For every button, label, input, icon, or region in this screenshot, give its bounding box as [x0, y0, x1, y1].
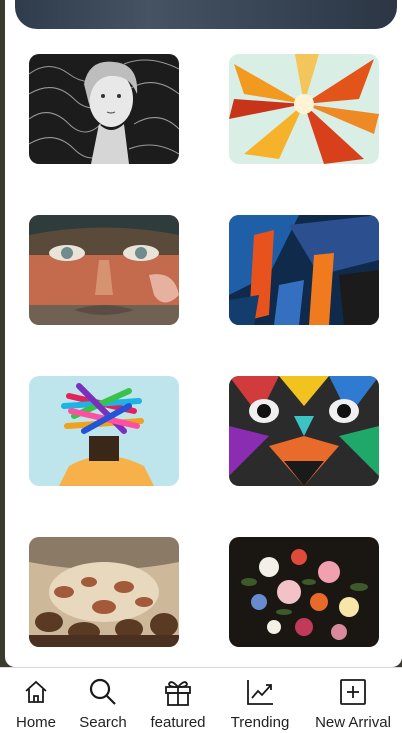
nav-home-label: Home: [15, 714, 56, 731]
header-banner-image[interactable]: [15, 0, 397, 29]
nav-search-label: Search: [79, 714, 127, 731]
nav-search[interactable]: Search: [78, 668, 128, 733]
nav-trending[interactable]: Trending: [226, 668, 294, 733]
nav-new-arrival-label: New Arrival: [315, 714, 391, 731]
artwork-card-abstract-orange[interactable]: [229, 54, 379, 164]
artwork-image: [229, 215, 379, 325]
add-box-icon: [339, 674, 367, 710]
artwork-image: [29, 215, 179, 325]
trending-icon: [245, 674, 275, 710]
artwork-image: [229, 537, 379, 647]
artwork-card-baroque-fresco[interactable]: [29, 537, 179, 647]
artwork-image: [29, 376, 179, 486]
search-icon: [88, 674, 118, 710]
artwork-grid: [29, 54, 379, 647]
artwork-image: [29, 537, 179, 647]
artwork-image: [229, 54, 379, 164]
artwork-card-floral-still-life[interactable]: [229, 537, 379, 647]
nav-home[interactable]: Home: [14, 668, 58, 733]
artwork-card-sketch-portrait[interactable]: [29, 54, 179, 164]
nav-new-arrival[interactable]: New Arrival: [310, 668, 396, 733]
bottom-navigation: Home Search featured Trending New Arriva…: [0, 667, 402, 733]
artwork-card-graffiti-face[interactable]: [29, 215, 179, 325]
app-screen: Home Search featured Trending New Arriva…: [0, 0, 402, 733]
artwork-card-blue-abstract[interactable]: [229, 215, 379, 325]
artwork-image: [29, 54, 179, 164]
artwork-image: [229, 376, 379, 486]
home-icon: [23, 674, 49, 710]
nav-featured[interactable]: featured: [146, 668, 210, 733]
nav-featured-label: featured: [150, 714, 206, 731]
nav-trending-label: Trending: [230, 714, 290, 731]
artwork-card-scribble-head[interactable]: [29, 376, 179, 486]
artwork-card-geometric-face[interactable]: [229, 376, 379, 486]
gift-icon: [163, 674, 193, 710]
